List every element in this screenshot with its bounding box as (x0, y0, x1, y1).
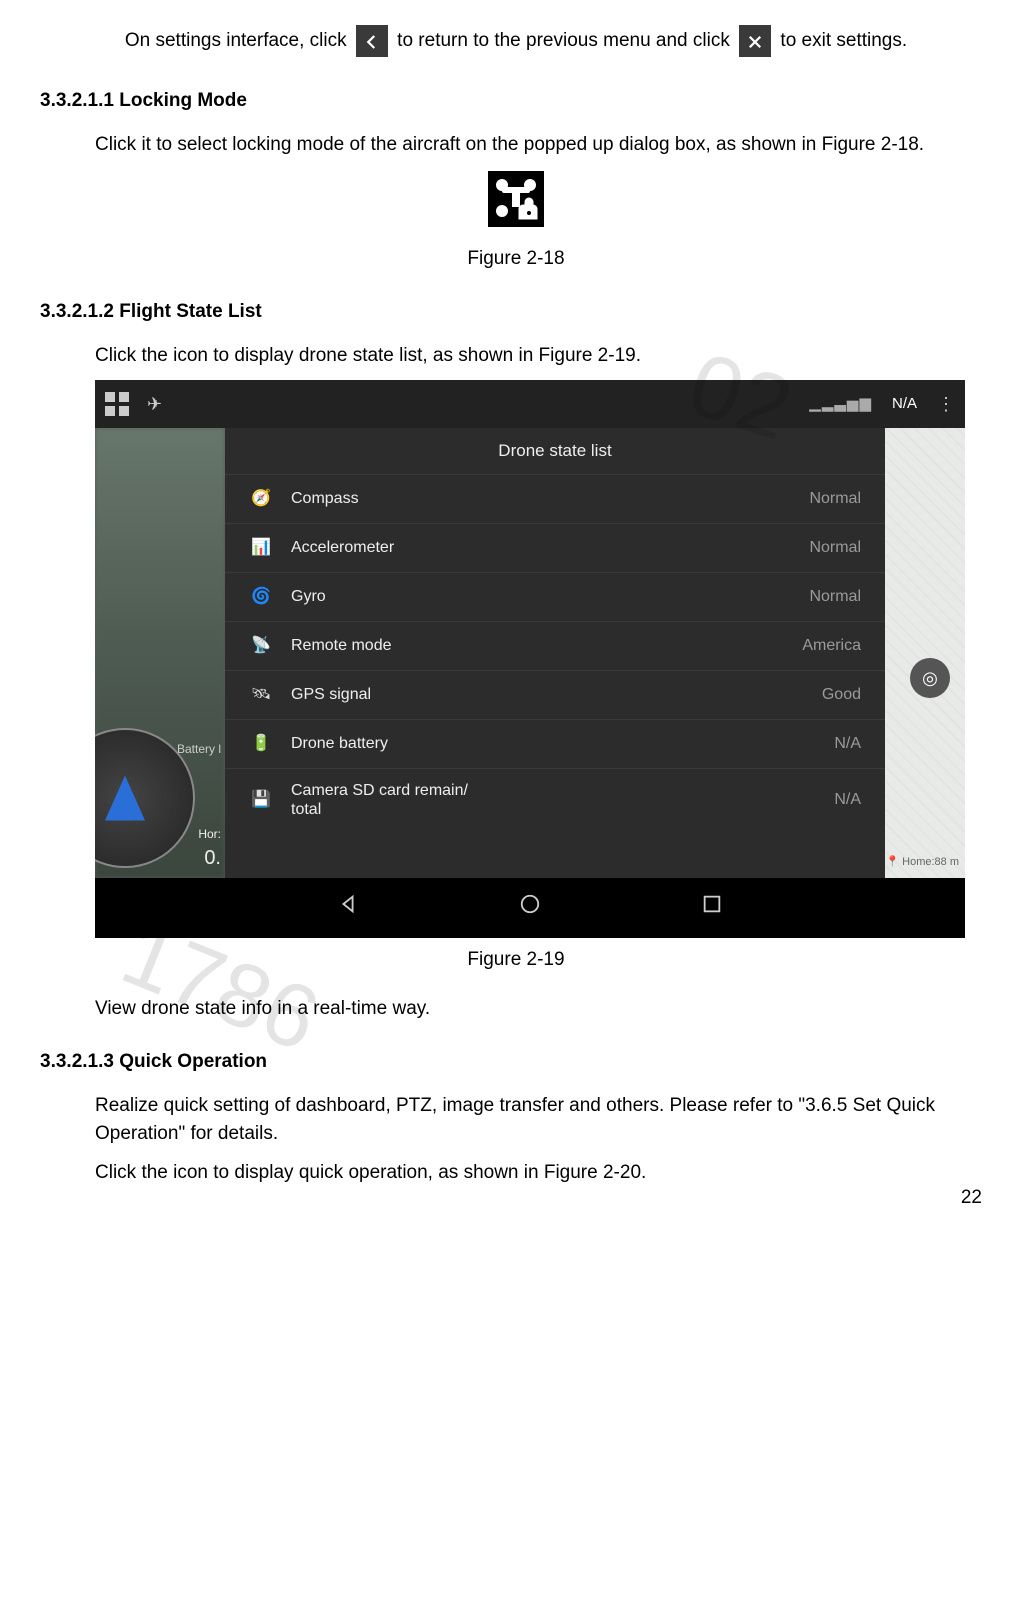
drone-state-panel: Drone state list 🧭 Compass Normal 📊 Acce… (225, 428, 885, 878)
row-label: GPS signal (291, 685, 822, 704)
home-distance: 📍Home:88 m (885, 854, 959, 871)
drone-state-screenshot: ✈ ▁▂▃▅▆ N/A ⋮ Battery l Hor:0. Drone sta… (95, 380, 965, 938)
row-label: Remote mode (291, 636, 802, 655)
screenshot-status-bar: ✈ ▁▂▃▅▆ N/A ⋮ (95, 380, 965, 428)
figure-2-18-caption: Figure 2-18 (40, 245, 992, 274)
row-sd-card[interactable]: 💾 Camera SD card remain/ total N/A (225, 768, 885, 831)
accelerometer-row-icon: 📊 (249, 536, 273, 560)
horizontal-readout: Hor:0. (198, 825, 221, 873)
intro-text-2: to return to the previous menu and click (397, 30, 735, 51)
page-number: 22 (961, 1184, 982, 1213)
quick-operation-body-1: Realize quick setting of dashboard, PTZ,… (40, 1092, 992, 1149)
row-compass[interactable]: 🧭 Compass Normal (225, 474, 885, 523)
battery-row-icon: 🔋 (249, 732, 273, 756)
quick-operation-body-2: Click the icon to display quick operatio… (40, 1159, 992, 1188)
battery-label: Battery l (177, 740, 221, 758)
row-accelerometer[interactable]: 📊 Accelerometer Normal (225, 523, 885, 572)
aircraft-icon[interactable]: ✈ (147, 391, 162, 418)
heading-quick-operation: 3.3.2.1.3 Quick Operation (40, 1048, 992, 1077)
screenshot-map-strip: ◎ 📍Home:88 m (885, 428, 965, 878)
row-gyro[interactable]: 🌀 Gyro Normal (225, 572, 885, 621)
nav-back-icon[interactable] (337, 893, 359, 923)
nav-recent-icon[interactable] (701, 893, 723, 923)
row-value: Normal (809, 585, 861, 609)
signal-bars-icon: ▁▂▃▅▆ (809, 393, 872, 416)
intro-text-3: to exit settings. (780, 30, 907, 51)
nav-home-icon[interactable] (519, 893, 541, 923)
heading-flight-state-list: 3.3.2.1.2 Flight State List (40, 298, 992, 327)
flight-state-after: View drone state info in a real-time way… (40, 995, 992, 1024)
back-icon (356, 25, 388, 57)
row-value: Normal (809, 536, 861, 560)
row-value: Normal (809, 487, 861, 511)
android-nav-bar (95, 878, 965, 938)
row-remote-mode[interactable]: 📡 Remote mode America (225, 621, 885, 670)
top-na-value: N/A (892, 393, 917, 416)
row-label: Gyro (291, 587, 809, 606)
intro-text-1: On settings interface, click (125, 30, 352, 51)
row-label: Drone battery (291, 734, 834, 753)
locking-mode-icon (488, 171, 544, 227)
sd-card-row-icon: 💾 (249, 788, 273, 812)
row-label: Accelerometer (291, 538, 809, 557)
compass-row-icon: 🧭 (249, 487, 273, 511)
remote-row-icon: 📡 (249, 634, 273, 658)
row-value: N/A (834, 788, 861, 812)
intro-paragraph: On settings interface, click to return t… (40, 25, 992, 57)
row-value: Good (822, 683, 861, 707)
more-icon[interactable]: ⋮ (937, 391, 955, 418)
gyro-row-icon: 🌀 (249, 585, 273, 609)
row-value: America (802, 634, 861, 658)
gps-row-icon: 🛰 (249, 683, 273, 707)
row-drone-battery[interactable]: 🔋 Drone battery N/A (225, 719, 885, 768)
locate-icon[interactable]: ◎ (910, 658, 950, 698)
figure-2-19-caption: Figure 2-19 (40, 946, 992, 975)
heading-locking-mode: 3.3.2.1.1 Locking Mode (40, 87, 992, 116)
close-icon (739, 25, 771, 57)
locking-mode-body: Click it to select locking mode of the a… (40, 131, 992, 160)
row-value: N/A (834, 732, 861, 756)
dashboard-icon[interactable] (105, 392, 129, 416)
row-gps-signal[interactable]: 🛰 GPS signal Good (225, 670, 885, 719)
flight-state-body: Click the icon to display drone state li… (40, 342, 992, 371)
row-label: Compass (291, 489, 809, 508)
screenshot-video-feed: Battery l Hor:0. (95, 428, 225, 878)
row-label: Camera SD card remain/ total (291, 781, 834, 819)
panel-title: Drone state list (225, 428, 885, 474)
